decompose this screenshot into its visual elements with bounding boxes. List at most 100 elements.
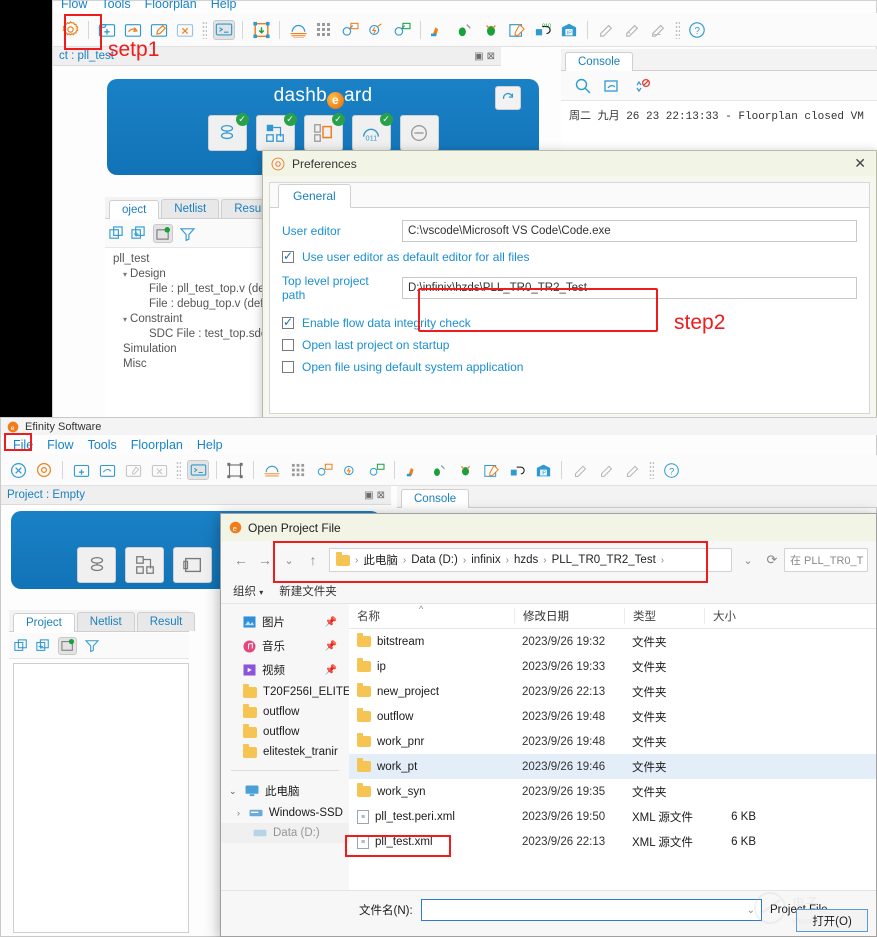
- preferences-close-icon[interactable]: ✕: [854, 155, 868, 172]
- search-netlist-icon[interactable]: [391, 20, 413, 40]
- nav-item-windows-ssd[interactable]: › Windows-SSD: [221, 803, 349, 823]
- flow-routing-button[interactable]: [173, 547, 212, 583]
- organize-menu[interactable]: 组织 ▾: [233, 583, 263, 599]
- menu-item-tools[interactable]: Tools: [88, 438, 117, 452]
- search-report-icon[interactable]: [339, 20, 361, 40]
- table-row[interactable]: new_project 2023/9/26 22:13 文件夹: [349, 679, 876, 704]
- edit-project-icon[interactable]: [148, 20, 170, 40]
- menu-item-floorplan[interactable]: Floorplan: [145, 0, 197, 11]
- programmer-icon[interactable]: [402, 460, 424, 480]
- pin-tool-icon[interactable]: [506, 460, 528, 480]
- default-editor-option-row[interactable]: Use user editor as default editor for al…: [270, 248, 869, 266]
- tab-general[interactable]: General: [278, 184, 351, 208]
- nav-item-this-pc[interactable]: ⌄ 此电脑: [221, 779, 349, 803]
- search-power-icon[interactable]: [339, 460, 361, 480]
- close-project-icon[interactable]: [174, 20, 196, 40]
- expand-all-icon[interactable]: [131, 226, 146, 241]
- column-header-size[interactable]: 大小: [704, 608, 764, 624]
- flow-bitstream-button[interactable]: [400, 115, 439, 151]
- menu-item-file[interactable]: File: [13, 438, 33, 452]
- breadcrumb-item-3[interactable]: hzds: [514, 554, 538, 566]
- expand-all-icon[interactable]: [36, 639, 50, 653]
- up-icon[interactable]: ↑: [301, 552, 325, 568]
- nav-item-outflow-2[interactable]: outflow: [221, 722, 349, 742]
- menu-item-flow[interactable]: Flow: [47, 438, 73, 452]
- preferences-icon[interactable]: [33, 460, 55, 480]
- menu-item-help[interactable]: Help: [197, 438, 223, 452]
- recent-chevron-icon[interactable]: ⌄: [277, 554, 301, 567]
- table-row[interactable]: bitstream 2023/9/26 19:32 文件夹: [349, 629, 876, 654]
- filename-input[interactable]: ⌄: [421, 899, 762, 921]
- dashboard-refresh-button[interactable]: [495, 86, 521, 110]
- debugger-wand-icon[interactable]: [454, 20, 476, 40]
- undock-icon[interactable]: ▣: [364, 490, 373, 501]
- flow-placement-button[interactable]: ✓: [256, 115, 295, 151]
- search-netlist-icon[interactable]: [365, 460, 387, 480]
- flow-placement-button[interactable]: [125, 547, 164, 583]
- show-info-icon[interactable]: [58, 637, 77, 655]
- console-export-icon[interactable]: [604, 78, 620, 94]
- debug-bug-icon[interactable]: [480, 20, 502, 40]
- open-button[interactable]: 打开(O): [796, 909, 868, 932]
- ip-manager-icon[interactable]: IP: [532, 460, 554, 480]
- forward-icon[interactable]: →: [253, 552, 277, 568]
- grid-icon[interactable]: [287, 460, 309, 480]
- nav-item-data-d[interactable]: Data (D:): [221, 823, 349, 843]
- nav-item-elitestek[interactable]: elitestek_tranir: [221, 742, 349, 762]
- breadcrumb-item-1[interactable]: Data (D:): [411, 554, 458, 566]
- close-panel-icon[interactable]: ⊠: [487, 51, 495, 62]
- integrity-checkbox[interactable]: [282, 317, 294, 329]
- top-level-path-input[interactable]: [402, 277, 857, 299]
- table-row[interactable]: ≡pll_test.peri.xml 2023/9/26 19:50 XML 源…: [349, 804, 876, 829]
- edit-doc-icon[interactable]: [480, 460, 502, 480]
- flow-timing-button[interactable]: 011 ✓: [352, 115, 391, 151]
- search-power-icon[interactable]: [365, 20, 387, 40]
- console-search-icon[interactable]: [575, 78, 591, 94]
- filter-icon[interactable]: [180, 227, 195, 241]
- tab-netlist-bottom[interactable]: Netlist: [77, 612, 135, 631]
- tab-console-bottom[interactable]: Console: [401, 489, 469, 508]
- table-row[interactable]: ip 2023/9/26 19:33 文件夹: [349, 654, 876, 679]
- breadcrumb[interactable]: › 此电脑 › Data (D:) › infinix › hzds › PLL…: [329, 548, 732, 572]
- twisty-icon[interactable]: ▾: [123, 315, 127, 324]
- close-panel-icon[interactable]: ⊠: [377, 490, 385, 501]
- console-toggle-icon[interactable]: [187, 460, 209, 480]
- grid-icon[interactable]: [313, 20, 335, 40]
- pin-icon[interactable]: 📌: [325, 665, 343, 676]
- menu-item-tools[interactable]: Tools: [101, 0, 130, 11]
- new-folder-button[interactable]: 新建文件夹: [279, 583, 337, 599]
- tab-result-bottom[interactable]: Result: [137, 612, 196, 631]
- breadcrumb-item-0[interactable]: 此电脑: [363, 552, 398, 568]
- table-row[interactable]: outflow 2023/9/26 19:48 文件夹: [349, 704, 876, 729]
- open-project-icon[interactable]: [96, 460, 118, 480]
- show-info-icon[interactable]: [153, 224, 173, 243]
- nav-item-t20f256i[interactable]: T20F256I_ELITE: [221, 682, 349, 702]
- tab-netlist-top[interactable]: Netlist: [161, 199, 219, 218]
- breadcrumb-dropdown-icon[interactable]: ⌄: [736, 554, 760, 567]
- pin-icon[interactable]: 📌: [325, 641, 343, 652]
- new-project-icon[interactable]: [70, 460, 92, 480]
- nav-item-music[interactable]: 音乐 📌: [221, 634, 349, 658]
- help-icon[interactable]: ?: [686, 20, 708, 40]
- back-icon[interactable]: ←: [229, 552, 253, 568]
- refresh-icon[interactable]: ⟳: [760, 552, 784, 568]
- console-clear-icon[interactable]: [633, 78, 651, 94]
- help-icon[interactable]: ?: [660, 460, 682, 480]
- user-editor-input[interactable]: [402, 220, 857, 242]
- timing-analyzer-icon[interactable]: [261, 460, 283, 480]
- column-header-name[interactable]: 名称 ^: [349, 608, 514, 624]
- last-project-checkbox[interactable]: [282, 339, 294, 351]
- nav-item-outflow-1[interactable]: outflow: [221, 702, 349, 722]
- preferences-icon[interactable]: [59, 20, 81, 40]
- flow-synthesis-button[interactable]: ✓: [208, 115, 247, 151]
- programmer-icon[interactable]: [428, 20, 450, 40]
- pin-icon[interactable]: 📌: [325, 617, 343, 628]
- column-header-type[interactable]: 类型: [624, 608, 704, 624]
- debugger-wand-icon[interactable]: [428, 460, 450, 480]
- open-project-icon[interactable]: [122, 20, 144, 40]
- column-header-date[interactable]: 修改日期: [514, 608, 624, 624]
- chevron-right-icon[interactable]: ›: [237, 808, 243, 818]
- breadcrumb-item-2[interactable]: infinix: [471, 554, 500, 566]
- tab-project-top[interactable]: oject: [109, 200, 159, 219]
- nav-item-pictures[interactable]: 图片 📌: [221, 610, 349, 634]
